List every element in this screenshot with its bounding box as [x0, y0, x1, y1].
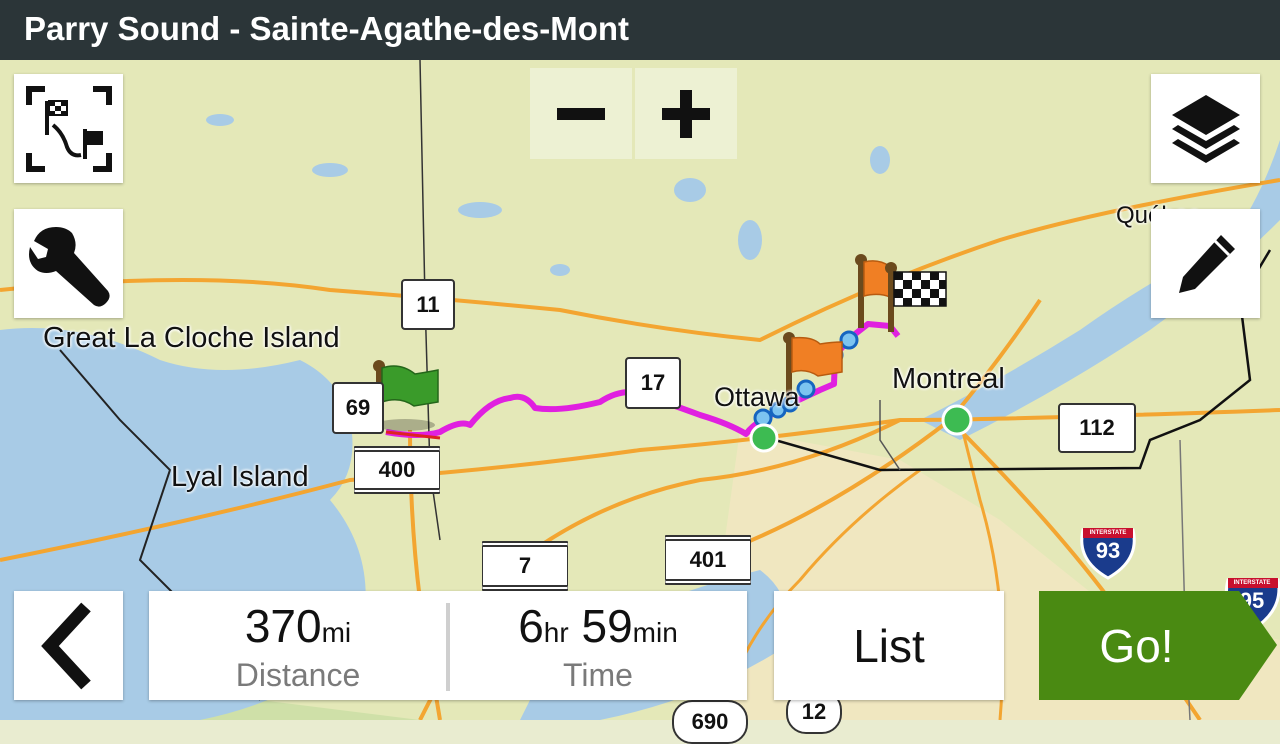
interstate-number: 93: [1095, 538, 1121, 563]
time-hours: 6: [518, 600, 544, 652]
title-bar: Parry Sound - Sainte-Agathe-des-Mont: [0, 0, 1280, 60]
list-button[interactable]: List: [774, 591, 1004, 700]
route-shield-11: 11: [401, 279, 455, 330]
place-lyal-island: Lyal Island: [171, 461, 309, 493]
edit-route-button[interactable]: [1151, 209, 1260, 318]
route-summary-panel[interactable]: 370mi Distance 6hr 59min Time: [149, 591, 747, 700]
time-minutes-unit: min: [632, 617, 678, 648]
distance-value: 370: [244, 600, 322, 652]
place-ottawa: Ottawa: [714, 382, 800, 412]
route-shield-400: 400: [354, 446, 440, 494]
zoom-in-button[interactable]: [635, 68, 737, 159]
chevron-left-icon: [40, 602, 91, 689]
time-label: Time: [563, 657, 633, 693]
back-button[interactable]: [14, 591, 123, 700]
route-shield-17: 17: [625, 357, 681, 409]
map-layers-button[interactable]: [1151, 74, 1260, 183]
time-hours-unit: hr: [543, 617, 569, 648]
time-value-row: 6hr 59min: [449, 599, 747, 653]
zoom-out-button[interactable]: [530, 68, 632, 159]
layers-icon: [1171, 94, 1240, 163]
distance-stat: 370mi Distance: [149, 591, 447, 700]
route-shield-690: 690: [672, 700, 748, 744]
route-shield-7: 7: [482, 541, 568, 591]
route-shield-401: 401: [665, 535, 751, 585]
go-label: Go!: [1099, 620, 1174, 672]
interstate-label: INTERSTATE: [1089, 530, 1127, 536]
distance-label: Distance: [235, 657, 361, 693]
distance-unit: mi: [321, 617, 352, 648]
route-title: Parry Sound - Sainte-Agathe-des-Mont: [24, 10, 630, 47]
interstate-shield-93: INTERSTATE 93: [1086, 529, 1130, 564]
pencil-icon: [1178, 234, 1235, 293]
plus-icon: [662, 89, 710, 138]
tools-button[interactable]: [14, 209, 123, 318]
place-montreal: Montreal: [892, 363, 1005, 395]
wrench-icon: [28, 226, 110, 307]
time-stat: 6hr 59min Time: [449, 591, 747, 700]
place-great-la-cloche-island: Great La Cloche Island: [43, 322, 340, 354]
route-shield-69: 69: [332, 382, 384, 434]
route-shield-112: 112: [1058, 403, 1136, 453]
go-button[interactable]: Go!: [1039, 591, 1280, 700]
route-overview-button[interactable]: [14, 74, 123, 183]
minus-icon: [557, 107, 605, 120]
distance-value-row: 370mi: [149, 599, 447, 653]
route-overview-icon: [25, 85, 112, 172]
interstate-label: INTERSTATE: [1233, 580, 1271, 586]
time-minutes: 59: [581, 600, 633, 652]
